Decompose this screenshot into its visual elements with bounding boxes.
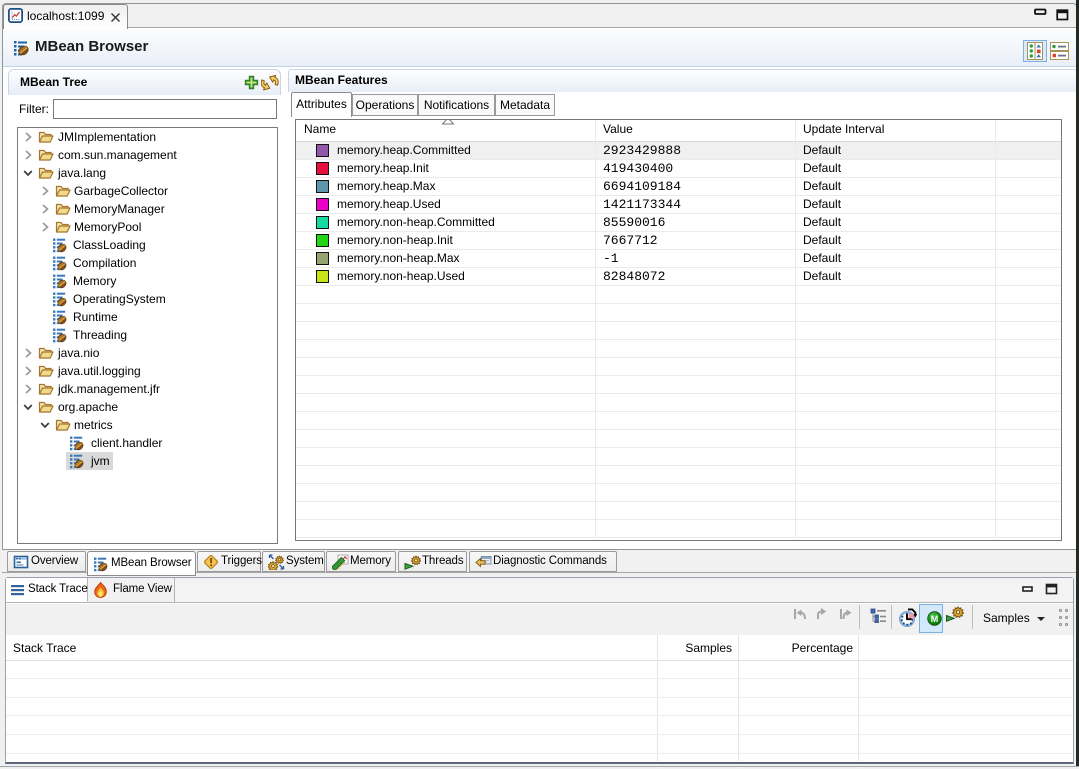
- svg-text:M: M: [931, 614, 939, 624]
